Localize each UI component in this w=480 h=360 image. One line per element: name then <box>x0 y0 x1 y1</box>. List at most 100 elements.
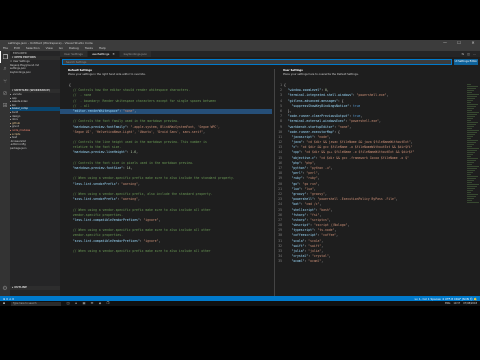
code-token: , <box>395 197 398 202</box>
pane-subtitle: Place your settings in the right hand si… <box>68 73 146 76</box>
tab-label: User Settings <box>64 52 83 56</box>
code-token: true <box>352 103 361 108</box>
code-token: , <box>137 181 140 186</box>
line-text: // When using a vendor-specific prefix m… <box>69 249 211 254</box>
pane-subtitle: Place your settings here to overwrite th… <box>283 73 359 76</box>
line-text: "less.lint.vendorPrefix": "warning", <box>69 182 140 187</box>
code-token: "perl" <box>306 171 318 176</box>
code-token: "scss.lint.vendorPrefix" <box>69 197 118 202</box>
code-token: , <box>134 108 137 113</box>
user-settings-code: 1{2 "window.zoomLevel": 0, 3 "terminal.in… <box>275 83 480 265</box>
minimap[interactable] <box>466 83 480 263</box>
code-token: "scala" <box>308 238 322 243</box>
code-token: , <box>136 150 138 155</box>
settings-search-bar: Search Settings UI Settings Editor <box>60 57 480 67</box>
code-token: "cmd /c" <box>304 202 320 207</box>
code-token: "php" <box>284 160 301 165</box>
code-token: "typescript" <box>284 228 314 233</box>
vscode-window: settings.json - Untitled (Workspace) - V… <box>0 40 480 306</box>
code-token: "ruby" <box>306 176 318 181</box>
open-editor-item[interactable]: keybindings.json <box>10 71 60 75</box>
code-token: "bash" <box>319 207 331 212</box>
code-token: "powershell -ExecutionPolicy ByPass -Fil… <box>317 197 396 202</box>
source-control-icon[interactable]: ⑂ <box>0 75 10 87</box>
debug-icon[interactable]: ⊘ <box>0 87 10 99</box>
code-token: , <box>313 160 316 165</box>
code-token: "groovy" <box>310 191 325 196</box>
code-token: "go" <box>284 181 299 186</box>
code-token: , <box>137 197 140 202</box>
task-view-icon[interactable]: ◫ <box>64 301 72 306</box>
code-token: "coffee" <box>321 233 337 238</box>
search-icon[interactable]: ⌕ <box>0 63 10 75</box>
code-token: "crystal" <box>284 254 309 259</box>
problems-indicator[interactable]: ⊗ 0 ⚠ 0 <box>3 297 14 301</box>
explorer-sidebar: EXPLORER ▾ OPEN EDITORS ✕ User Settings … <box>10 51 60 296</box>
code-token: , <box>336 233 339 238</box>
tree-item[interactable]: package.json <box>10 147 60 151</box>
code-token: 'Segoe UI', 'HelveticaNeue-Light', 'Ubun… <box>69 129 204 134</box>
default-settings-pane[interactable]: Default Settings Place your settings in … <box>60 69 272 296</box>
code-token: : { <box>334 129 340 134</box>
code-token: "perl" <box>284 171 303 176</box>
gear-icon[interactable]: ⚙ <box>0 282 10 294</box>
code-token: // When using a vendor-specific prefix, … <box>69 191 213 196</box>
code-token: // - all <box>69 103 90 108</box>
code-token: { <box>284 83 286 87</box>
code-token: , <box>410 140 413 145</box>
code-token: "scriptcs" <box>310 217 329 222</box>
code-token: "editor.renderWhitespace" <box>69 108 120 113</box>
code-token: "swift" <box>284 243 305 248</box>
code-token: "swift" <box>308 243 322 248</box>
search-settings-input[interactable]: Search Settings <box>62 59 452 65</box>
extensions-icon[interactable]: ⊞ <box>0 99 10 111</box>
code-token: "cd $dir && g++ $fileName -o $fileNameWi… <box>304 150 415 155</box>
code-token: , <box>328 217 331 222</box>
line-text: "editor.renderWhitespace": "none", <box>69 109 136 114</box>
screen: { "window": { "title": "settings.json - … <box>0 0 480 360</box>
ui-settings-editor-button[interactable]: UI Settings Editor <box>454 59 478 65</box>
code-token: "markdown.preview.fontFamily" <box>69 124 127 129</box>
code-token: "node" <box>317 134 329 139</box>
status-info[interactable]: Ln 1, Col 1 Spaces: 4 UTF-8 CRLF JSON ☺ … <box>415 297 477 301</box>
code-token: "gitlens.advanced.messages" <box>284 98 339 103</box>
code-token: : { <box>338 98 344 103</box>
code-token: "suppressShowKeyBindingsNotice" <box>284 103 350 108</box>
file-explorer-icon[interactable]: ▤ <box>80 301 88 306</box>
code-token: "scss.lint.compatibleVendorPrefixes" <box>69 238 140 243</box>
code-token: "ocaml" <box>284 259 305 264</box>
code-token: "ts-node" <box>317 228 335 233</box>
line-text: "markdown.preview.fontSize": 14, <box>69 166 133 171</box>
code-token: "crystal" <box>311 254 329 259</box>
code-token: "lua" <box>304 186 314 191</box>
code-token: "none" <box>338 124 350 129</box>
mail-icon[interactable]: ✉ <box>88 301 96 306</box>
close-icon[interactable]: ✕ <box>112 52 114 56</box>
code-token: "powershell.exe" <box>349 119 380 124</box>
code-token: , <box>158 217 161 222</box>
date[interactable]: 07/08/2018 <box>463 302 477 305</box>
code-token: "csharp" <box>284 217 307 222</box>
activity-bar: ❐ ⌕ ⑂ ⊘ ⊞ ⚙ <box>0 51 10 296</box>
clock[interactable]: 10:37 <box>453 302 460 305</box>
language-indicator[interactable]: ENG <box>445 302 450 305</box>
open-editors-list: ✕ User Settings Regexp Playground.md set… <box>10 60 60 74</box>
default-settings-code: { // Controls how the editor should rend… <box>60 83 272 254</box>
code-token: "powershell.exe" <box>356 93 387 98</box>
code-token: // When using a vendor-specific prefix m… <box>69 207 211 212</box>
start-icon[interactable]: ⊞ <box>0 301 8 306</box>
code-token: , <box>330 207 333 212</box>
line-text: "ocaml": "ocaml", <box>284 259 323 264</box>
files-icon[interactable]: ❐ <box>0 51 10 63</box>
vscode-icon[interactable]: ❐ <box>104 301 112 306</box>
user-settings-pane[interactable]: User Settings Place your settings here t… <box>274 69 480 296</box>
tab-label: userSettings <box>91 52 110 56</box>
outline-header[interactable]: ▸ OUTLINE <box>10 286 60 290</box>
code-token: "cscript //Nologo" <box>313 223 348 228</box>
app-icon[interactable]: ◈ <box>96 301 104 306</box>
code-token: "less.lint.vendorPrefix" <box>69 181 118 186</box>
code-token: "cd $dir && gcc -framework Cocoa $fileNa… <box>319 155 409 160</box>
search-placeholder: Search Settings <box>66 61 87 64</box>
edge-icon[interactable]: e <box>72 301 80 306</box>
taskbar-search[interactable]: Type here to search <box>11 301 61 306</box>
